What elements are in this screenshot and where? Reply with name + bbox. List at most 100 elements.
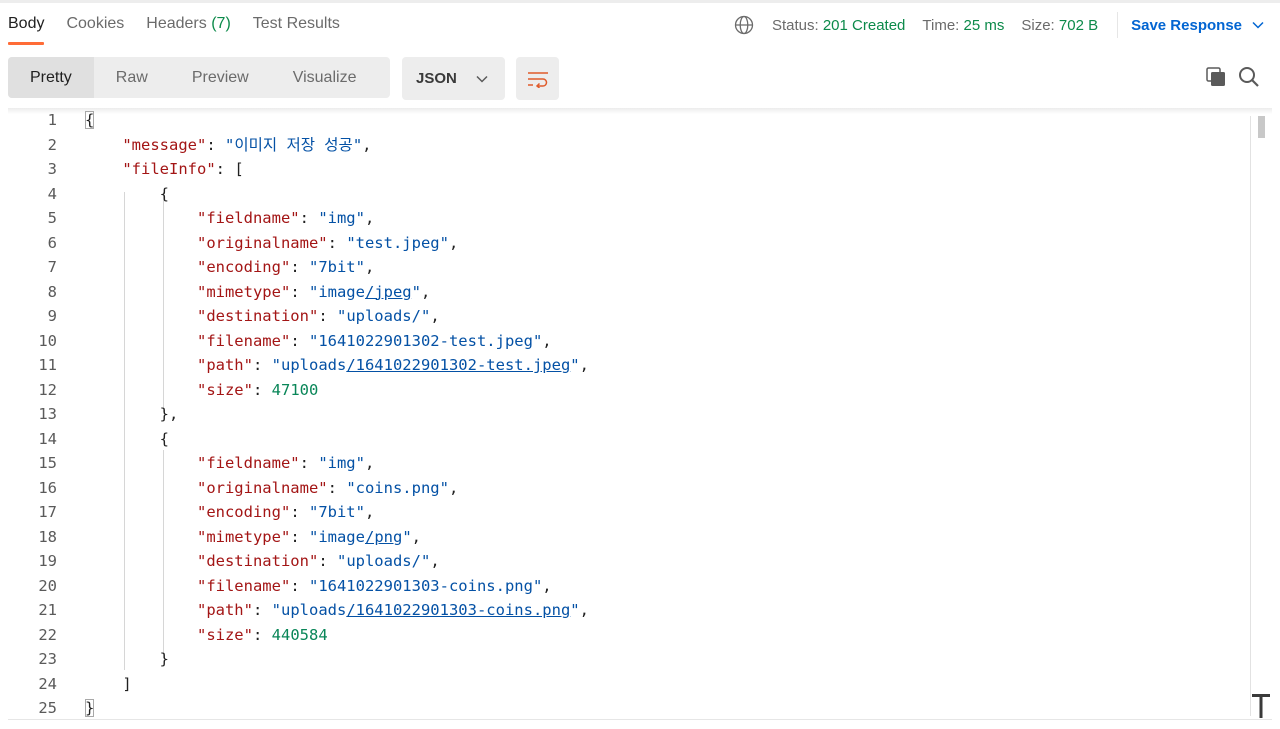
wrap-lines-button[interactable] — [516, 57, 559, 100]
code-text: { — [85, 429, 169, 448]
tab-body[interactable]: Body — [8, 14, 45, 46]
string-value: "uploads/" — [336, 307, 431, 325]
top-border — [0, 0, 1280, 3]
tab-headers-label: Headers — [146, 15, 207, 32]
code-text: } — [85, 650, 169, 668]
line-number: 3 — [47, 160, 57, 178]
code-line: 15 "fieldname": "img", — [8, 451, 1248, 475]
code-text: "message": "이미지 저장 성공", — [122, 135, 372, 154]
view-pretty[interactable]: Pretty — [8, 57, 94, 98]
brace-match: } — [85, 699, 95, 717]
json-key: "size" — [196, 625, 253, 644]
string-value: "uploads/" — [336, 552, 431, 570]
code-text: "encoding": "7bit", — [196, 503, 375, 521]
code-text: "originalname": "coins.png", — [196, 478, 459, 497]
line-number: 22 — [38, 625, 57, 644]
tab-test-results[interactable]: Test Results — [253, 14, 340, 46]
view-raw[interactable]: Raw — [94, 57, 170, 98]
string-value: "img" — [318, 454, 365, 472]
tab-cookies[interactable]: Cookies — [66, 14, 124, 46]
string-value: " — [402, 527, 412, 546]
line-number: 17 — [38, 503, 57, 521]
editor-scrollbar-thumb[interactable] — [1258, 116, 1265, 138]
code-text: "path": "uploads/1641022901303-coins.png… — [196, 601, 589, 619]
chevron-down-icon — [1252, 21, 1264, 29]
json-key: "mimetype" — [196, 282, 291, 301]
chevron-down-icon — [476, 75, 488, 83]
view-mode-selector: Pretty Raw Preview Visualize — [8, 57, 390, 98]
save-response-button[interactable]: Save Response — [1131, 17, 1264, 34]
code-text: { — [85, 108, 95, 132]
editor-scrollbar-track[interactable] — [1250, 116, 1251, 716]
status-value: 201 Created — [822, 16, 906, 34]
string-value: " — [570, 356, 580, 374]
code-line: 14 { — [8, 427, 1248, 451]
link-value: /png — [364, 527, 403, 546]
tab-headers[interactable]: Headers (7) — [146, 14, 231, 46]
line-number: 2 — [47, 135, 57, 154]
string-value: "1641022901303-coins.png" — [308, 576, 543, 595]
json-key: "encoding" — [196, 503, 291, 521]
code-line: 10 "filename": "1641022901302-test.jpeg"… — [8, 329, 1248, 353]
response-body-editor[interactable]: 1{2 "message": "이미지 저장 성공", 3 "fileInfo":… — [8, 108, 1272, 720]
code-text: ] — [85, 674, 132, 693]
line-number: 15 — [38, 454, 57, 472]
string-value: "7bit" — [308, 258, 365, 276]
brace-match: { — [85, 111, 95, 129]
response-tabs: Body Cookies Headers (7) Test Results — [8, 14, 362, 46]
format-dropdown[interactable]: JSON — [402, 57, 505, 100]
code-line: 18 "mimetype": "image/png", — [8, 525, 1248, 549]
json-key: "filename" — [196, 331, 291, 350]
size-label: Size: — [1021, 16, 1055, 34]
code-line: 11 "path": "uploads/1641022901302-test.j… — [8, 353, 1248, 377]
code-line: 20 "filename": "1641022901303-coins.png"… — [8, 574, 1248, 598]
code-line: 25} — [8, 696, 1248, 720]
number-value: 47100 — [271, 380, 319, 399]
code-text: "destination": "uploads/", — [196, 552, 440, 570]
wrap-lines-icon — [527, 71, 548, 88]
line-number: 9 — [47, 307, 57, 325]
json-key: "filename" — [196, 576, 291, 595]
view-visualize[interactable]: Visualize — [271, 57, 379, 98]
string-value: "7bit" — [308, 503, 365, 521]
headers-count: (7) — [211, 15, 231, 32]
link-value: /1641022901303-coins.png — [346, 601, 571, 619]
time-meta: Time: 25 ms — [922, 17, 1004, 34]
status-label: Status: — [771, 16, 819, 34]
json-key: "size" — [196, 380, 253, 399]
code-line: 2 "message": "이미지 저장 성공", — [8, 133, 1248, 157]
code-text: "filename": "1641022901302-test.jpeg", — [196, 331, 552, 350]
code-text: } — [85, 696, 95, 720]
json-key: "destination" — [196, 552, 319, 570]
json-key: "path" — [196, 601, 253, 619]
code-line: 13 }, — [8, 402, 1248, 426]
string-value: "img" — [318, 209, 365, 227]
code-line: 7 "encoding": "7bit", — [8, 255, 1248, 279]
link-value: /1641022901302-test.jpeg — [346, 356, 571, 374]
json-key: "originalname" — [196, 233, 328, 252]
code-line: 16 "originalname": "coins.png", — [8, 476, 1248, 500]
divider — [1117, 12, 1119, 38]
json-key: "fileInfo" — [122, 160, 216, 178]
code-text: "mimetype": "image/png", — [196, 527, 421, 546]
globe-icon[interactable] — [734, 15, 754, 35]
code-text: "path": "uploads/1641022901302-test.jpeg… — [196, 356, 589, 374]
line-number: 14 — [38, 429, 57, 448]
format-label: JSON — [416, 70, 457, 87]
line-number: 16 — [38, 478, 57, 497]
number-value: 440584 — [271, 625, 328, 644]
json-key: "mimetype" — [196, 527, 291, 546]
string-value: "test.jpeg" — [346, 233, 449, 252]
json-key: "fieldname" — [196, 454, 300, 472]
line-number: 18 — [38, 527, 57, 546]
json-key: "path" — [196, 356, 253, 374]
code-text: "originalname": "test.jpeg", — [196, 233, 459, 252]
code-line: 21 "path": "uploads/1641022901303-coins.… — [8, 598, 1248, 622]
copy-icon[interactable] — [1205, 66, 1227, 88]
size-value: 702 B — [1058, 16, 1099, 34]
view-preview[interactable]: Preview — [170, 57, 271, 98]
string-value: " — [411, 282, 421, 301]
line-number: 24 — [38, 674, 57, 693]
code-line: 12 "size": 47100 — [8, 378, 1248, 402]
search-icon[interactable] — [1238, 66, 1260, 88]
